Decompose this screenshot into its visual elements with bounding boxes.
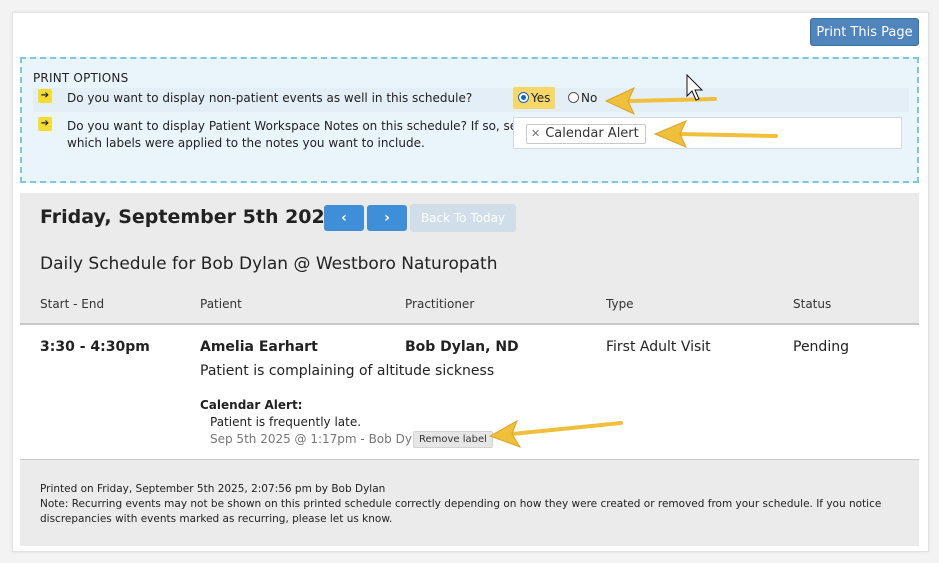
question-workspace-notes-line1: Do you want to display Patient Workspace…: [67, 119, 540, 133]
appointment-status: Pending: [793, 339, 849, 355]
chevron-right-icon: ›: [384, 210, 390, 226]
footer-divider: [20, 459, 919, 460]
radio-no[interactable]: [568, 92, 579, 103]
appointment-complaint: Patient is complaining of altitude sickn…: [200, 363, 495, 379]
column-header-status: Status: [793, 297, 832, 311]
recurring-note-line2: discrepancies with events marked as recu…: [40, 513, 393, 525]
prev-day-button[interactable]: ‹: [324, 205, 364, 231]
appointment-type: First Adult Visit: [606, 339, 711, 355]
schedule-panel: Friday, September 5th 2025 ‹ › Back To T…: [20, 193, 919, 546]
appointment-row: 3:30 - 4:30pm Amelia Earhart Bob Dylan, …: [20, 325, 919, 459]
column-header-practitioner: Practitioner: [405, 297, 475, 311]
arrow-right-icon: ➔: [38, 89, 52, 103]
radio-no-label[interactable]: No: [581, 91, 597, 105]
schedule-title: Daily Schedule for Bob Dylan @ Westboro …: [40, 254, 498, 274]
print-footer: Printed on Friday, September 5th 2025, 2…: [40, 482, 900, 527]
close-icon[interactable]: ✕: [531, 127, 540, 140]
appointment-patient: Amelia Earhart: [200, 339, 318, 355]
recurring-note-line1: Note: Recurring events may not be shown …: [40, 498, 882, 510]
back-to-today-button[interactable]: Back To Today: [410, 204, 516, 232]
question-workspace-notes-line2: which labels were applied to the notes y…: [67, 136, 425, 150]
print-page-button[interactable]: Print This Page: [810, 18, 919, 46]
radio-yes-label[interactable]: Yes: [531, 91, 550, 105]
label-chip-calendar-alert: ✕ Calendar Alert: [526, 124, 646, 144]
arrow-right-icon: ➔: [38, 117, 52, 131]
print-options-title: PRINT OPTIONS: [33, 71, 129, 85]
appointment-practitioner: Bob Dylan, ND: [405, 339, 519, 355]
next-day-button[interactable]: ›: [367, 205, 407, 231]
label-multiselect[interactable]: ✕ Calendar Alert: [513, 117, 902, 149]
question-non-patient-events: Do you want to display non-patient event…: [67, 91, 473, 105]
note-meta: Sep 5th 2025 @ 1:17pm - Bob Dylan: [210, 432, 431, 446]
remove-label-button[interactable]: Remove label: [413, 431, 493, 448]
column-header-type: Type: [606, 297, 634, 311]
chevron-left-icon: ‹: [341, 210, 347, 226]
radio-yes[interactable]: [518, 92, 529, 103]
schedule-date: Friday, September 5th 2025: [40, 206, 338, 228]
note-label-heading: Calendar Alert:: [200, 398, 303, 412]
column-header-patient: Patient: [200, 297, 242, 311]
appointment-time: 3:30 - 4:30pm: [40, 339, 150, 355]
column-header-start-end: Start - End: [40, 297, 105, 311]
printed-on-text: Printed on Friday, September 5th 2025, 2…: [40, 483, 386, 495]
note-text: Patient is frequently late.: [210, 415, 362, 429]
label-chip-text: Calendar Alert: [545, 126, 639, 141]
